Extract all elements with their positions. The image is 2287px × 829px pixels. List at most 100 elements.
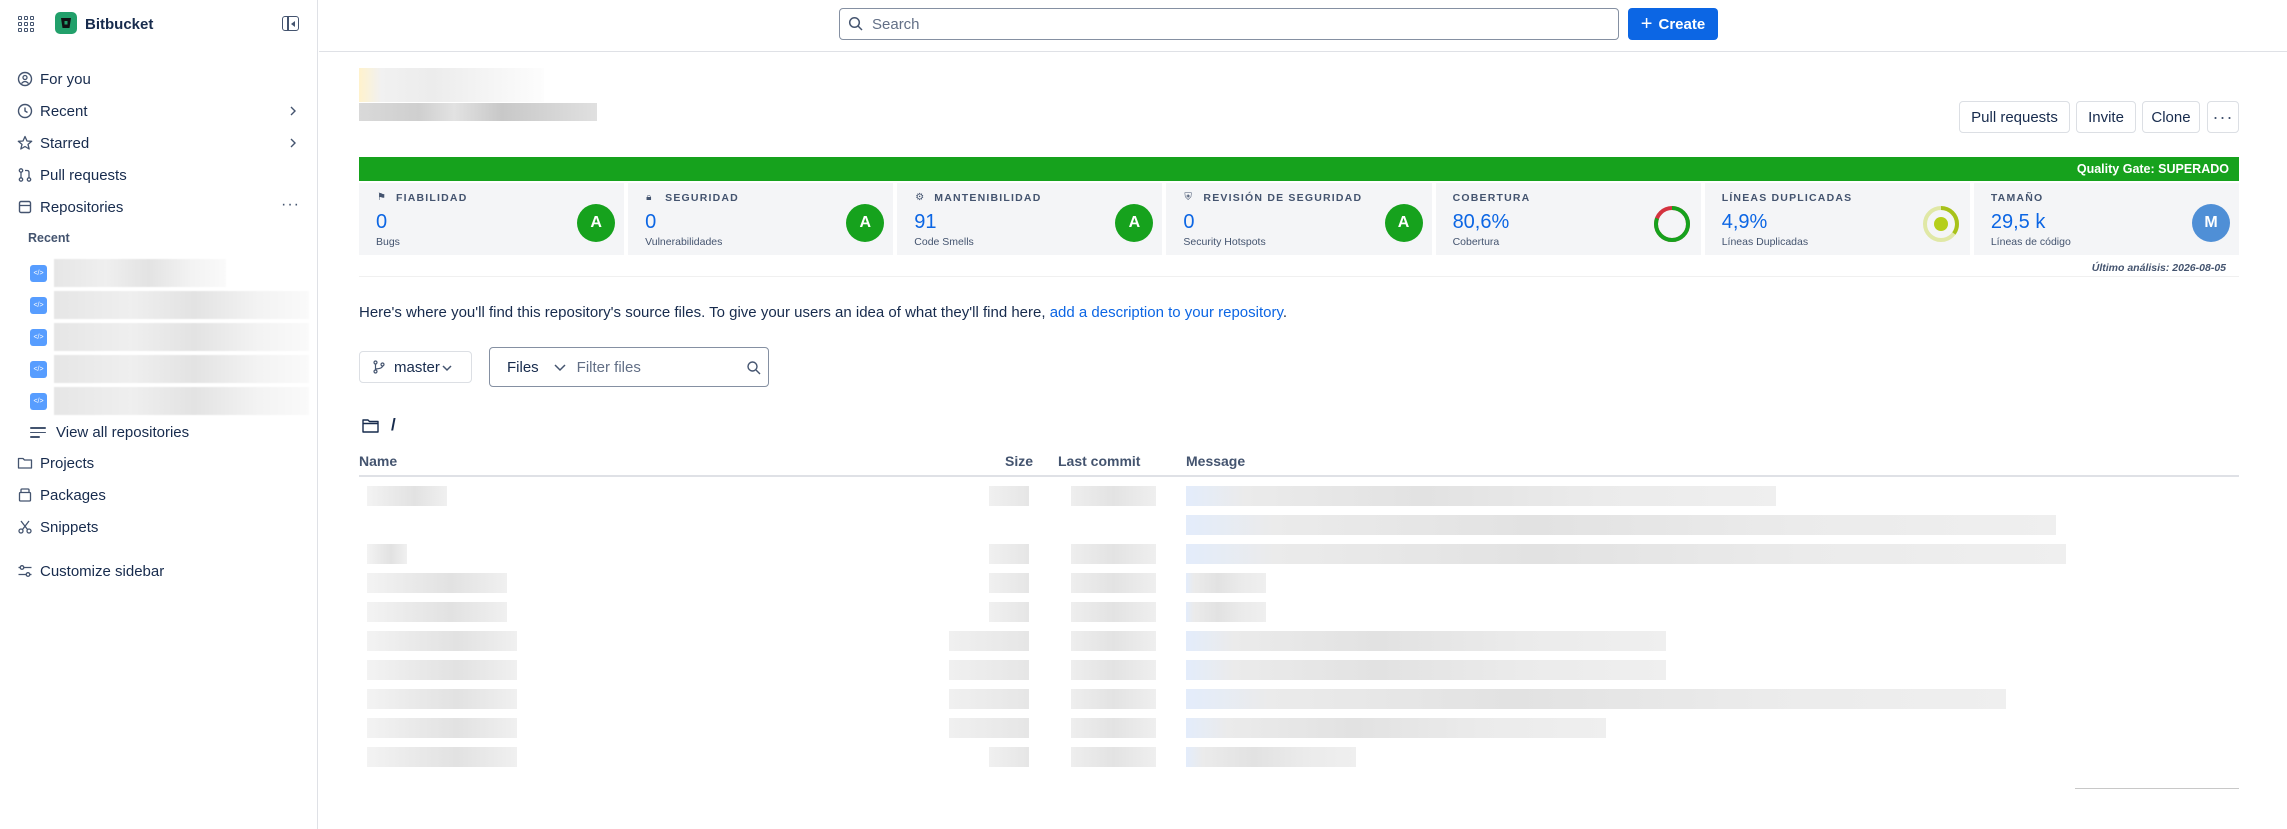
sidebar-item-repositories[interactable]: Repositories ··· — [10, 193, 306, 221]
sidebar-item-pull-requests[interactable]: Pull requests — [10, 161, 306, 189]
filter-type-label[interactable]: Files — [507, 359, 539, 376]
table-row[interactable] — [359, 626, 2239, 655]
redacted-commit-message — [1186, 573, 1266, 593]
filter-files-input[interactable] — [576, 358, 737, 376]
metric-security[interactable]: 🔒︎ SEGURIDAD 0 Vulnerabilidades A — [628, 183, 894, 255]
metric-value: 0 — [1183, 211, 1195, 233]
table-row[interactable] — [359, 742, 2239, 771]
customize-sidebar-button[interactable]: Customize sidebar — [10, 557, 306, 585]
sidebar-item-label: Snippets — [40, 518, 99, 536]
branch-selector[interactable]: master — [359, 351, 472, 383]
metric-name: TAMAÑO — [1990, 192, 2044, 204]
metric-maintainability[interactable]: ⚙ MANTENIBILIDAD 91 Code Smells A — [897, 183, 1163, 255]
metric-value: 80,6% — [1452, 211, 1510, 233]
repository-avatar-icon: </> — [30, 329, 47, 346]
invite-button[interactable]: Invite — [2076, 101, 2136, 133]
bitbucket-logo-icon[interactable] — [55, 12, 77, 34]
file-filter[interactable]: Files — [489, 347, 769, 387]
search-input[interactable] — [872, 15, 1572, 33]
pull-requests-button[interactable]: Pull requests — [1959, 101, 2070, 133]
global-search[interactable] — [839, 8, 1619, 40]
collapse-sidebar-icon[interactable] — [282, 16, 299, 31]
chevron-right-icon[interactable] — [286, 136, 300, 150]
pull-request-icon — [10, 167, 40, 183]
app-name[interactable]: Bitbucket — [85, 16, 153, 33]
chevron-down-icon — [442, 365, 452, 372]
sidebar-item-snippets[interactable]: Snippets — [10, 513, 306, 541]
redacted-last-commit — [1071, 573, 1156, 593]
redacted-commit-message — [1186, 602, 1266, 622]
redacted-commit-message — [1186, 689, 2006, 709]
table-row[interactable] — [359, 539, 2239, 568]
metric-name: LÍNEAS DUPLICADAS — [1721, 192, 1853, 204]
sidebar-item-packages[interactable]: Packages — [10, 481, 306, 509]
column-header-name[interactable]: Name — [359, 453, 397, 469]
metric-reliability[interactable]: ⚑ FIABILIDAD 0 Bugs A — [359, 183, 625, 255]
more-options-icon[interactable]: ··· — [281, 196, 300, 214]
more-actions-button[interactable]: ··· — [2207, 101, 2239, 133]
table-row[interactable] — [359, 684, 2239, 713]
table-row[interactable] — [359, 713, 2239, 742]
metric-value: 29,5 k — [1990, 211, 2046, 233]
sidebar-item-projects[interactable]: Projects — [10, 449, 306, 477]
sidebar-item-label: Recent — [40, 102, 88, 120]
metric-duplicated-lines[interactable]: LÍNEAS DUPLICADAS 4,9% Líneas Duplicadas — [1704, 183, 1970, 255]
divider — [359, 276, 2239, 277]
metric-size[interactable]: TAMAÑO 29,5 k Líneas de código M — [1973, 183, 2239, 255]
redacted-last-commit — [1071, 631, 1156, 651]
sidebar-item-starred[interactable]: Starred — [10, 129, 306, 157]
recent-repo-item[interactable]: </> — [28, 291, 313, 319]
metric-security-review[interactable]: ⛨ REVISIÓN DE SEGURIDAD 0 Security Hotsp… — [1166, 183, 1432, 255]
create-label: Create — [1658, 15, 1706, 33]
recent-repo-item[interactable]: </> — [28, 323, 313, 351]
breadcrumb: / — [362, 415, 396, 435]
metric-sublabel: Cobertura — [1452, 236, 1500, 248]
sidebar-item-label: For you — [40, 70, 91, 88]
metric-sublabel: Líneas Duplicadas — [1721, 236, 1809, 248]
metric-value: 4,9% — [1721, 211, 1768, 233]
sidebar-item-recent[interactable]: Recent — [10, 97, 306, 125]
metric-sublabel: Security Hotspots — [1183, 236, 1266, 248]
lock-icon: 🔒︎ — [646, 192, 652, 203]
sidebar-item-for-you[interactable]: For you — [10, 65, 306, 93]
table-row[interactable] — [359, 597, 2239, 626]
column-header-last-commit[interactable]: Last commit — [1058, 453, 1140, 469]
redacted-commit-message — [1186, 515, 2056, 535]
add-description-link[interactable]: add a description to your repository — [1050, 304, 1283, 321]
branch-icon — [373, 360, 385, 374]
quality-gate-status: Quality Gate: SUPERADO — [2076, 162, 2229, 176]
create-button[interactable]: + Create — [1628, 8, 1718, 40]
chevron-down-icon[interactable] — [553, 360, 567, 374]
recent-repo-item[interactable]: </> — [28, 387, 313, 415]
redacted-last-commit — [1071, 486, 1156, 506]
redacted-last-commit — [1071, 718, 1156, 738]
star-icon — [10, 135, 40, 151]
sidebar-item-label: Repositories — [40, 198, 124, 216]
metric-grade-badge: M — [2191, 204, 2230, 242]
view-all-repositories-link[interactable]: View all repositories — [30, 421, 189, 443]
redacted-file-name — [367, 718, 517, 738]
redacted-commit-message — [1186, 544, 2066, 564]
table-row[interactable] — [359, 568, 2239, 597]
recent-repo-item[interactable]: </> — [28, 355, 313, 383]
file-table-header: Name Size Last commit Message — [359, 451, 2239, 477]
recent-repo-item[interactable]: </> — [28, 259, 313, 287]
table-row[interactable] — [359, 655, 2239, 684]
metric-value: 0 — [376, 211, 388, 233]
scissors-icon — [10, 519, 40, 535]
column-header-message[interactable]: Message — [1186, 453, 1245, 469]
redacted-file-name — [367, 660, 517, 680]
chevron-right-icon[interactable] — [286, 104, 300, 118]
sidebar-item-label: Pull requests — [40, 166, 127, 184]
app-switcher-icon[interactable] — [18, 16, 34, 32]
for-you-icon — [10, 71, 40, 87]
metric-coverage[interactable]: COBERTURA 80,6% Cobertura — [1435, 183, 1701, 255]
clone-button[interactable]: Clone — [2142, 101, 2200, 133]
redacted-file-size — [989, 486, 1029, 506]
table-row[interactable] — [359, 481, 2239, 510]
column-header-size[interactable]: Size — [1005, 453, 1033, 469]
description-text: Here's where you'll find this repository… — [359, 304, 1050, 321]
metric-value: 91 — [914, 211, 937, 233]
redacted-file-size — [949, 689, 1029, 709]
table-row[interactable] — [359, 510, 2239, 539]
